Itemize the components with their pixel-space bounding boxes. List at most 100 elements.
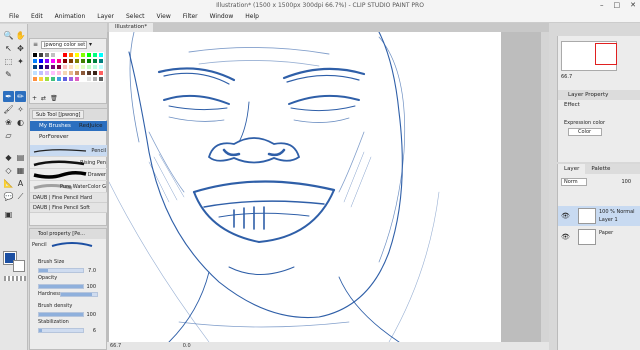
- text-icon[interactable]: A: [15, 178, 26, 189]
- menu-select[interactable]: Select: [126, 13, 145, 20]
- airbrush-icon[interactable]: ✧: [15, 104, 26, 115]
- brush-density-slider[interactable]: [38, 312, 84, 317]
- brush-item-watercolor[interactable]: Pure WaterColor G: [30, 181, 108, 193]
- brush-label: Drawer: [87, 172, 106, 178]
- tab-palette[interactable]: Palette: [585, 164, 616, 174]
- opacity-label: Opacity: [38, 275, 58, 281]
- decoration-icon[interactable]: ❀: [3, 117, 14, 128]
- pen-icon[interactable]: ✒: [3, 91, 14, 102]
- eyedropper-icon[interactable]: ✎: [3, 69, 14, 80]
- sub-color-swatch[interactable]: [13, 260, 25, 272]
- group-tab-porforever[interactable]: PorForever: [30, 132, 108, 142]
- menu-view[interactable]: View: [157, 13, 171, 20]
- eye-icon[interactable]: 👁: [561, 212, 570, 220]
- fill-icon[interactable]: ◆: [3, 152, 14, 163]
- group-tab-redjuice[interactable]: RedJuice: [70, 121, 108, 131]
- sub-tool-tab[interactable]: Sub Tool [Jpwong]: [32, 110, 85, 119]
- add-color-icon[interactable]: +: [32, 95, 37, 102]
- fill-all-icon[interactable]: ▣: [3, 209, 14, 220]
- layer-panel: Layer Palette Norm 100 👁 100 % Normal La…: [557, 164, 640, 350]
- brush-icon[interactable]: 🖌: [3, 104, 14, 115]
- navigator-zoom[interactable]: 66.7: [561, 74, 572, 80]
- move-icon[interactable]: ✋: [15, 30, 26, 41]
- eraser-icon[interactable]: ▱: [3, 130, 14, 141]
- canvas-rotation-value[interactable]: 0.0: [183, 343, 191, 349]
- blend-mode-select[interactable]: Norm: [561, 177, 587, 186]
- brush-item-drawer[interactable]: Drawer: [30, 169, 108, 181]
- menu-animation[interactable]: Animation: [55, 13, 86, 20]
- brush-label: Pencil: [91, 148, 106, 154]
- brush-size-slider[interactable]: [38, 268, 84, 273]
- color-swatch[interactable]: [98, 76, 104, 82]
- gradient-icon[interactable]: ▤: [15, 152, 26, 163]
- zoom-icon[interactable]: 🔍: [3, 30, 14, 41]
- transparent-color-swatch[interactable]: [4, 276, 26, 281]
- menu-help[interactable]: Help: [245, 13, 259, 20]
- menu-edit[interactable]: Edit: [31, 13, 43, 20]
- pencil-icon[interactable]: ✏: [15, 91, 26, 102]
- color-swatch-grid[interactable]: [32, 52, 104, 82]
- color-set-dropdown-icon[interactable]: ▾: [89, 41, 92, 48]
- sub-tool-groups: My Brushes RedJuice PorForever: [30, 121, 108, 143]
- tool-palette: 🔍 ✋ ↖ ✥ ⬚ ✦ ✎ ✒ ✏ 🖌 ✧ ❀ ◐ ▱ ◆ ▤ ◇ ▦ 📐 A …: [0, 24, 28, 350]
- layer-panel-tabs: Layer Palette: [558, 164, 640, 174]
- auto-select-icon[interactable]: ✦: [15, 56, 26, 67]
- layer-row-paper[interactable]: 👁 Paper: [558, 227, 640, 247]
- menu-layer[interactable]: Layer: [97, 13, 114, 20]
- replace-color-icon[interactable]: ⇄: [41, 95, 46, 102]
- navigator-view-frame[interactable]: [595, 43, 617, 65]
- tab-layer[interactable]: Layer: [558, 164, 586, 174]
- drawing-canvas[interactable]: [109, 32, 501, 342]
- hardness-slider[interactable]: [60, 292, 98, 297]
- slider-fill: [39, 329, 42, 332]
- stabilization-value[interactable]: 6: [93, 328, 96, 334]
- hardness-label: Hardness: [38, 291, 62, 297]
- close-button[interactable]: ✕: [630, 0, 636, 11]
- brush-item-rising-pen[interactable]: Rising Pen: [30, 157, 108, 169]
- canvas-vertical-scrollbar[interactable]: [541, 32, 549, 342]
- frame-icon[interactable]: ▦: [15, 165, 26, 176]
- stabilization-slider[interactable]: [38, 328, 84, 333]
- selection-icon[interactable]: ⬚: [3, 56, 14, 67]
- color-set-header: ≡ jpwong color set ▾: [30, 39, 108, 50]
- layer-blend-row: Norm 100: [561, 177, 639, 186]
- canvas-zoom-value[interactable]: 66.7: [110, 343, 121, 349]
- brush-list: Pencil Rising Pen Drawer Pure WaterColor…: [30, 145, 108, 213]
- balloon-icon[interactable]: 💬: [3, 191, 14, 202]
- color-set-select[interactable]: jpwong color set: [41, 40, 87, 49]
- correct-line-icon[interactable]: ⟋: [15, 191, 26, 202]
- document-tab[interactable]: Illustration*: [109, 23, 154, 32]
- brush-preview-stroke: [51, 242, 93, 247]
- layer-move-icon[interactable]: ✥: [15, 43, 26, 54]
- slider-fill: [39, 313, 83, 316]
- ruler-icon[interactable]: 📐: [3, 178, 14, 189]
- layer-thumbnail: [578, 208, 596, 224]
- brush-size-value[interactable]: 7.0: [88, 268, 96, 274]
- operation-icon[interactable]: ↖: [3, 43, 14, 54]
- menu-file[interactable]: File: [9, 13, 19, 20]
- delete-color-icon[interactable]: 🗑: [50, 95, 58, 102]
- brush-item-pencil[interactable]: Pencil: [30, 145, 108, 157]
- minimize-button[interactable]: –: [600, 0, 604, 11]
- layer-name: Layer 1: [599, 217, 618, 223]
- blend-icon[interactable]: ◐: [15, 117, 26, 128]
- opacity-slider[interactable]: [38, 284, 84, 289]
- brush-item-daub-soft[interactable]: DAUB | Fine Pencil Soft: [30, 203, 108, 213]
- opacity-value[interactable]: 100: [86, 284, 96, 290]
- sketch-drawing: [109, 32, 440, 342]
- figure-icon[interactable]: ◇: [3, 165, 14, 176]
- brush-density-value[interactable]: 100: [86, 312, 96, 318]
- layer-row-layer1[interactable]: 👁 100 % Normal Layer 1: [558, 206, 640, 226]
- layer-name: Paper: [599, 230, 614, 236]
- brush-item-daub-hard[interactable]: DAUB | Fine Pencil Hard: [30, 193, 108, 203]
- maximize-button[interactable]: □: [614, 0, 621, 11]
- eye-icon[interactable]: 👁: [561, 233, 570, 241]
- layer-opacity-value[interactable]: 100: [621, 179, 631, 185]
- sub-tool-header: Sub Tool [Jpwong]: [30, 109, 108, 120]
- color-set-menu-icon[interactable]: ≡: [32, 41, 39, 48]
- navigator-preview[interactable]: [561, 41, 617, 71]
- expression-color-select[interactable]: Color: [568, 128, 602, 136]
- menu-window[interactable]: Window: [210, 13, 234, 20]
- menu-filter[interactable]: Filter: [183, 13, 198, 20]
- stabilization-label: Stabilization: [38, 319, 69, 325]
